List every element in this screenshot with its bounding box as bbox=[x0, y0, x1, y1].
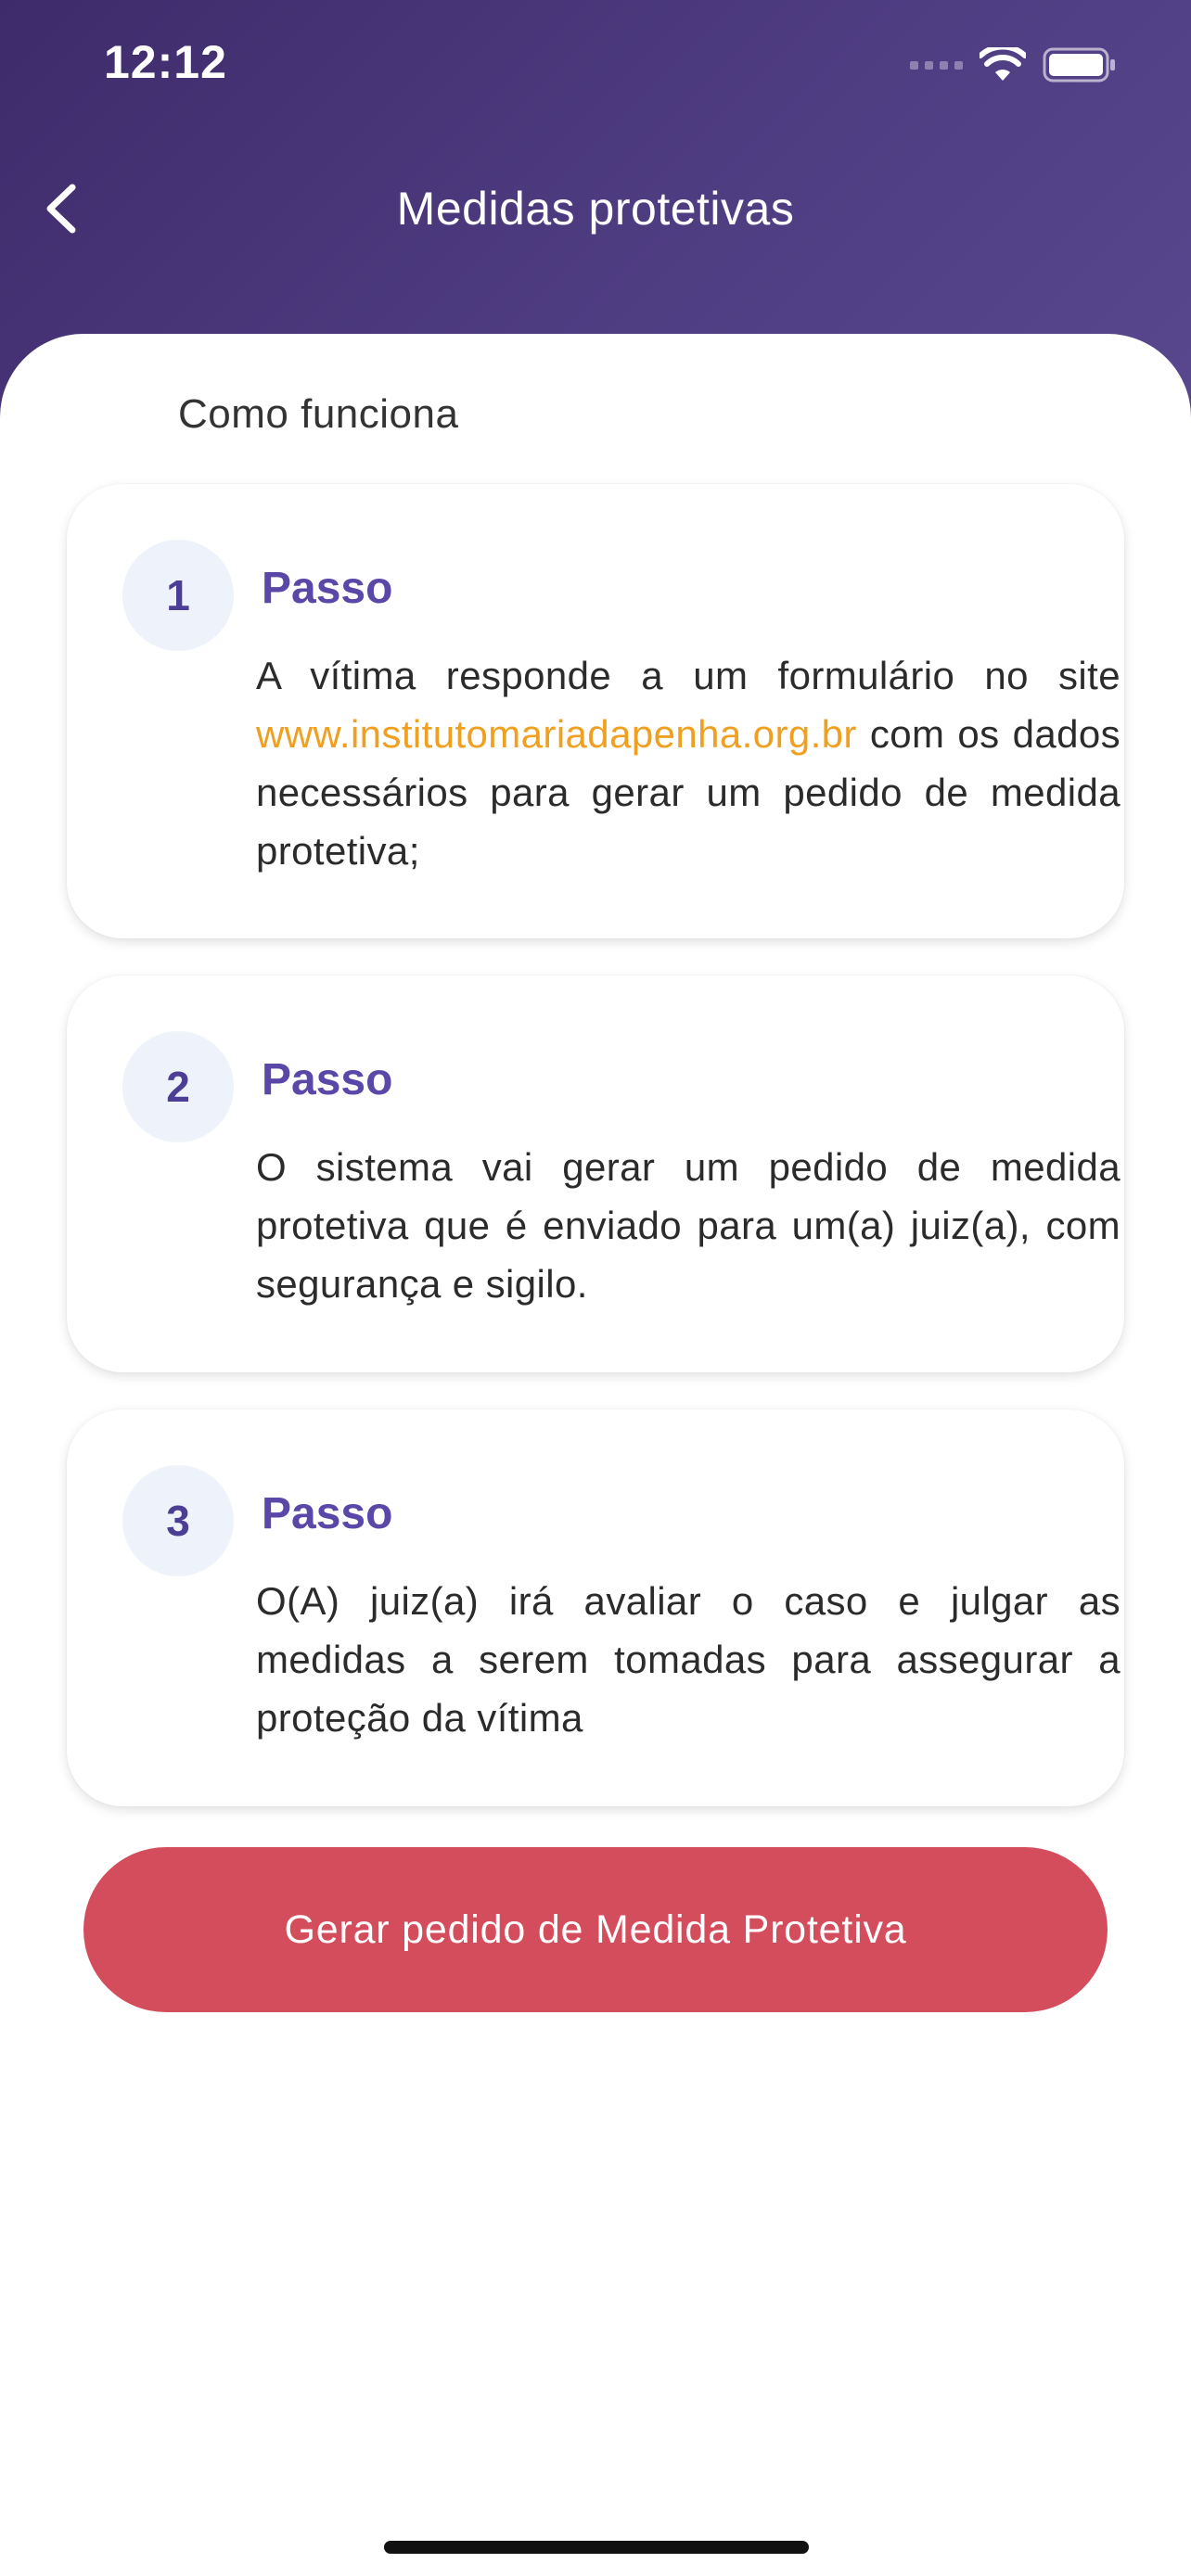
generate-request-button[interactable]: Gerar pedido de Medida Protetiva bbox=[83, 1847, 1108, 2012]
step-card-3: 3 Passo O(A) juiz(a) irá avaliar o caso … bbox=[67, 1409, 1124, 1806]
chevron-left-icon bbox=[46, 184, 76, 234]
status-time: 12:12 bbox=[104, 36, 227, 88]
step-number: 1 bbox=[122, 540, 234, 651]
step-description: O(A) juiz(a) irá avaliar o caso e julgar… bbox=[256, 1579, 1121, 1740]
page-title: Medidas protetivas bbox=[396, 183, 795, 235]
step-text-start: A vítima responde a um formulário no sit… bbox=[256, 654, 1121, 697]
cellular-signal-icon bbox=[910, 60, 963, 70]
step-label: Passo bbox=[262, 1489, 393, 1538]
status-icons bbox=[910, 45, 1117, 85]
step-number: 3 bbox=[122, 1465, 234, 1576]
step-card-1: 1 Passo A vítima responde a um formulári… bbox=[67, 484, 1124, 938]
step-description: A vítima responde a um formulário no sit… bbox=[256, 646, 1121, 880]
step-description: O sistema vai gerar um pedido de medida … bbox=[256, 1145, 1121, 1306]
battery-icon bbox=[1043, 47, 1115, 83]
back-button[interactable] bbox=[37, 176, 93, 241]
home-indicator bbox=[384, 2541, 809, 2554]
step-label: Passo bbox=[262, 1055, 393, 1104]
institute-link[interactable]: www.institutomariadapenha.org.br bbox=[256, 712, 857, 756]
step-label: Passo bbox=[262, 564, 393, 613]
wifi-icon bbox=[980, 47, 1026, 81]
section-title: Como funciona bbox=[178, 391, 459, 437]
step-number: 2 bbox=[122, 1031, 234, 1142]
step-card-2: 2 Passo O sistema vai gerar um pedido de… bbox=[67, 976, 1124, 1372]
